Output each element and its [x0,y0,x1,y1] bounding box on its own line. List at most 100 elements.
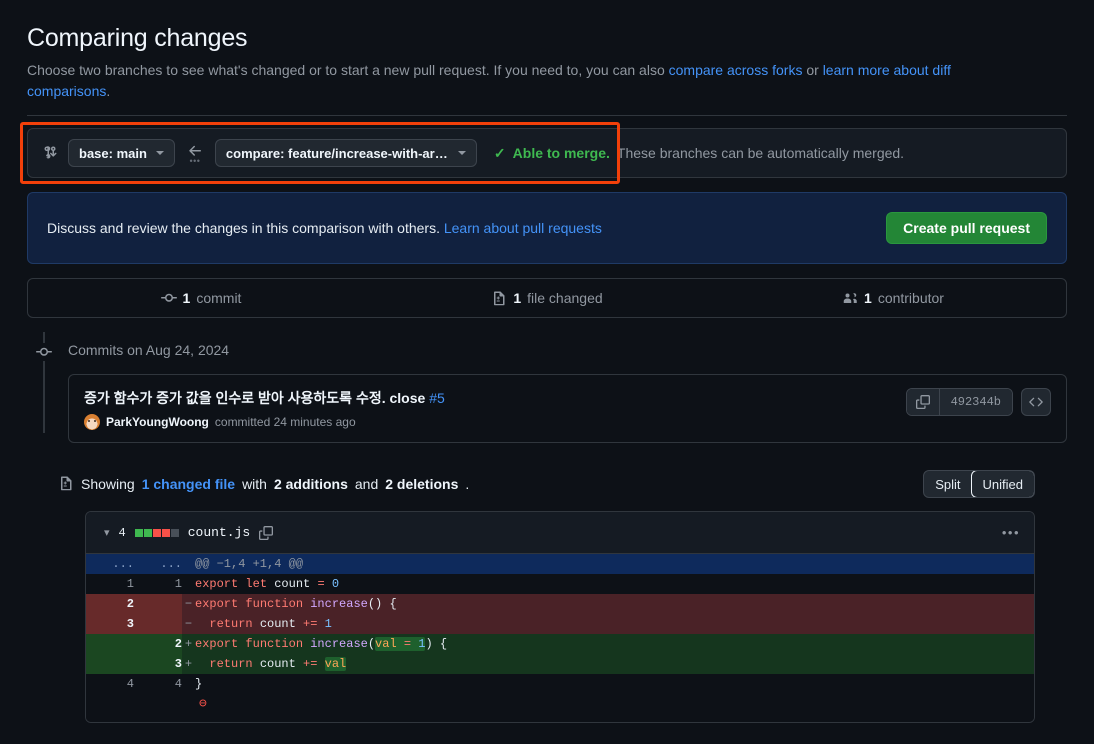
diff-new-line-number[interactable]: 3 [134,654,182,674]
commit-timeline-icon [35,343,53,361]
commit-message[interactable]: 증가 함수가 증가 값을 인수로 받아 사용하도록 수정. close #5 [84,388,445,408]
page-description: Choose two branches to see what's change… [27,60,993,102]
diff-row-last: ⊖ [86,694,1034,722]
compare-bar-region: base: main ••• compare: feature/increase… [20,122,1067,184]
showing-and: and [354,476,379,492]
comparison-stats-bar: 1 commit 1 file changed 1 contributor [27,278,1067,318]
stat-contributors[interactable]: 1 contributor [720,290,1066,306]
check-icon: ✓ [493,144,506,161]
diff-stat-block-add [134,528,143,537]
showing-pre: Showing [81,476,135,492]
diff-old-line-number[interactable]: ... [86,554,134,574]
merge-status-description: These branches can be automatically merg… [616,145,905,161]
changed-file-link[interactable]: 1 changed file [142,476,235,492]
diff-row-ctx: 1 1 export let count = 0 [86,574,1034,594]
diff-code-cell[interactable]: return count += val [195,654,1034,674]
diff-old-line-number[interactable]: 4 [86,674,134,694]
diff-code-cell[interactable]: export let count = 0 [195,574,1034,594]
divider [27,115,1067,116]
commit-sha[interactable]: 492344b [939,389,1012,415]
diff-old-line-number[interactable] [86,694,134,722]
stat-commits-label: commit [196,290,242,306]
stat-files-label: file changed [527,290,603,306]
diff-code-cell[interactable]: return count += 1 [195,614,1034,634]
tab-unified-view[interactable]: Unified [970,471,1035,497]
commit-actions: 492344b [905,388,1051,416]
commit-timestamp: committed 24 minutes ago [214,415,356,429]
diff-old-line-number[interactable]: 1 [86,574,134,594]
stat-files-changed[interactable]: 1 file changed [374,290,720,306]
diff-marker: + [182,654,195,674]
diff-marker: − [182,594,195,614]
diff-row-del: 2 − export function increase() { [86,594,1034,614]
diff-marker [182,574,195,594]
chevron-down-icon [155,151,164,155]
diff-new-line-number[interactable]: ... [134,554,182,574]
pr-banner-text: Discuss and review the changes in this c… [47,220,602,236]
create-pull-request-banner: Discuss and review the changes in this c… [27,192,1067,264]
diff-new-line-number[interactable]: 4 [134,674,182,694]
showing-end: . [465,476,470,492]
diff-stat-block-del [152,528,161,537]
stat-commits-count: 1 [182,290,191,306]
compare-branch-label: compare: feature/increase-with-argum… [225,145,449,161]
commit-issue-reference[interactable]: #5 [429,390,445,406]
diff-code-cell[interactable]: } [195,674,1034,694]
diff-stat-blocks [134,528,179,537]
diff-old-line-number[interactable]: 2 [86,594,134,614]
avatar[interactable] [84,414,100,430]
diff-code-cell[interactable]: export function increase(val = 1) { [195,634,1034,654]
kebab-horizontal-icon[interactable]: ••• [1002,525,1020,540]
diff-row-ctx: 4 4} [86,674,1034,694]
commits-timeline: Commits on Aug 24, 2024 증가 함수가 증가 값을 인수로… [27,332,1067,443]
diff-code-cell[interactable]: @@ −1,4 +1,4 @@ [195,554,1034,574]
diff-stat-block-none [170,528,179,537]
file-diff-icon [58,475,74,494]
stat-contributors-label: contributor [877,290,944,306]
diff-old-line-number[interactable]: 3 [86,614,134,634]
learn-about-pull-requests-link[interactable]: Learn about pull requests [444,220,602,236]
people-icon [842,290,858,306]
branch-compare-bar: base: main ••• compare: feature/increase… [27,128,1067,178]
tab-split-view[interactable]: Split [924,471,971,497]
commit-icon [160,290,177,306]
base-branch-label: base: main [79,145,147,161]
copy-icon[interactable] [906,389,940,415]
compare-branch-dropdown[interactable]: compare: feature/increase-with-argum… [214,139,477,167]
commit-message-text: 증가 함수가 증가 값을 인수로 받아 사용하도록 수정. close [84,390,426,406]
base-branch-dropdown[interactable]: base: main [68,139,175,167]
file-diff-icon [491,290,507,306]
diff-row-add: 2 + export function increase(val = 1) { [86,634,1034,654]
diff-new-line-number[interactable]: 1 [134,574,182,594]
diff-row-hunk: ...... @@ −1,4 +1,4 @@ [86,554,1034,574]
diff-summary-row: Showing 1 changed file with 2 additions … [27,470,1067,498]
stat-commits[interactable]: 1 commit [28,290,374,306]
commit-info: 증가 함수가 증가 값을 인수로 받아 사용하도록 수정. close #5 P… [84,388,445,430]
compare-across-forks-link[interactable]: compare across forks [669,62,803,78]
diff-new-line-number[interactable]: 2 [134,634,182,654]
chevron-down-icon[interactable]: ▾ [104,526,110,539]
deletions-count: 2 deletions [385,476,459,492]
chevron-down-icon [457,151,466,155]
commit-author[interactable]: ParkYoungWoong [106,415,209,429]
diff-row-del: 3 − return count += 1 [86,614,1034,634]
diff-old-line-number[interactable] [86,654,134,674]
copy-icon[interactable] [259,525,274,540]
diff-new-line-number[interactable] [134,694,182,722]
diff-new-line-number[interactable] [134,614,182,634]
diff-old-line-number[interactable] [86,634,134,654]
comparing-changes-page: Comparing changes Choose two branches to… [0,0,1094,744]
diff-code-cell[interactable]: export function increase() { [195,594,1034,614]
create-pull-request-button[interactable]: Create pull request [886,212,1047,244]
diff-view-toggle: Split Unified [923,470,1035,498]
diff-stat-block-add [143,528,152,537]
diff-code-cell[interactable]: ⊖ [195,694,1034,722]
stat-contributors-count: 1 [864,290,872,306]
stat-files-count: 1 [513,290,522,306]
diff-filename[interactable]: count.js [188,525,250,540]
diff-new-line-number[interactable] [134,594,182,614]
page-title: Comparing changes [27,24,248,52]
showing-mid: with [242,476,267,492]
code-icon[interactable] [1021,388,1051,416]
merge-status: ✓ Able to merge. These branches can be a… [494,145,904,162]
